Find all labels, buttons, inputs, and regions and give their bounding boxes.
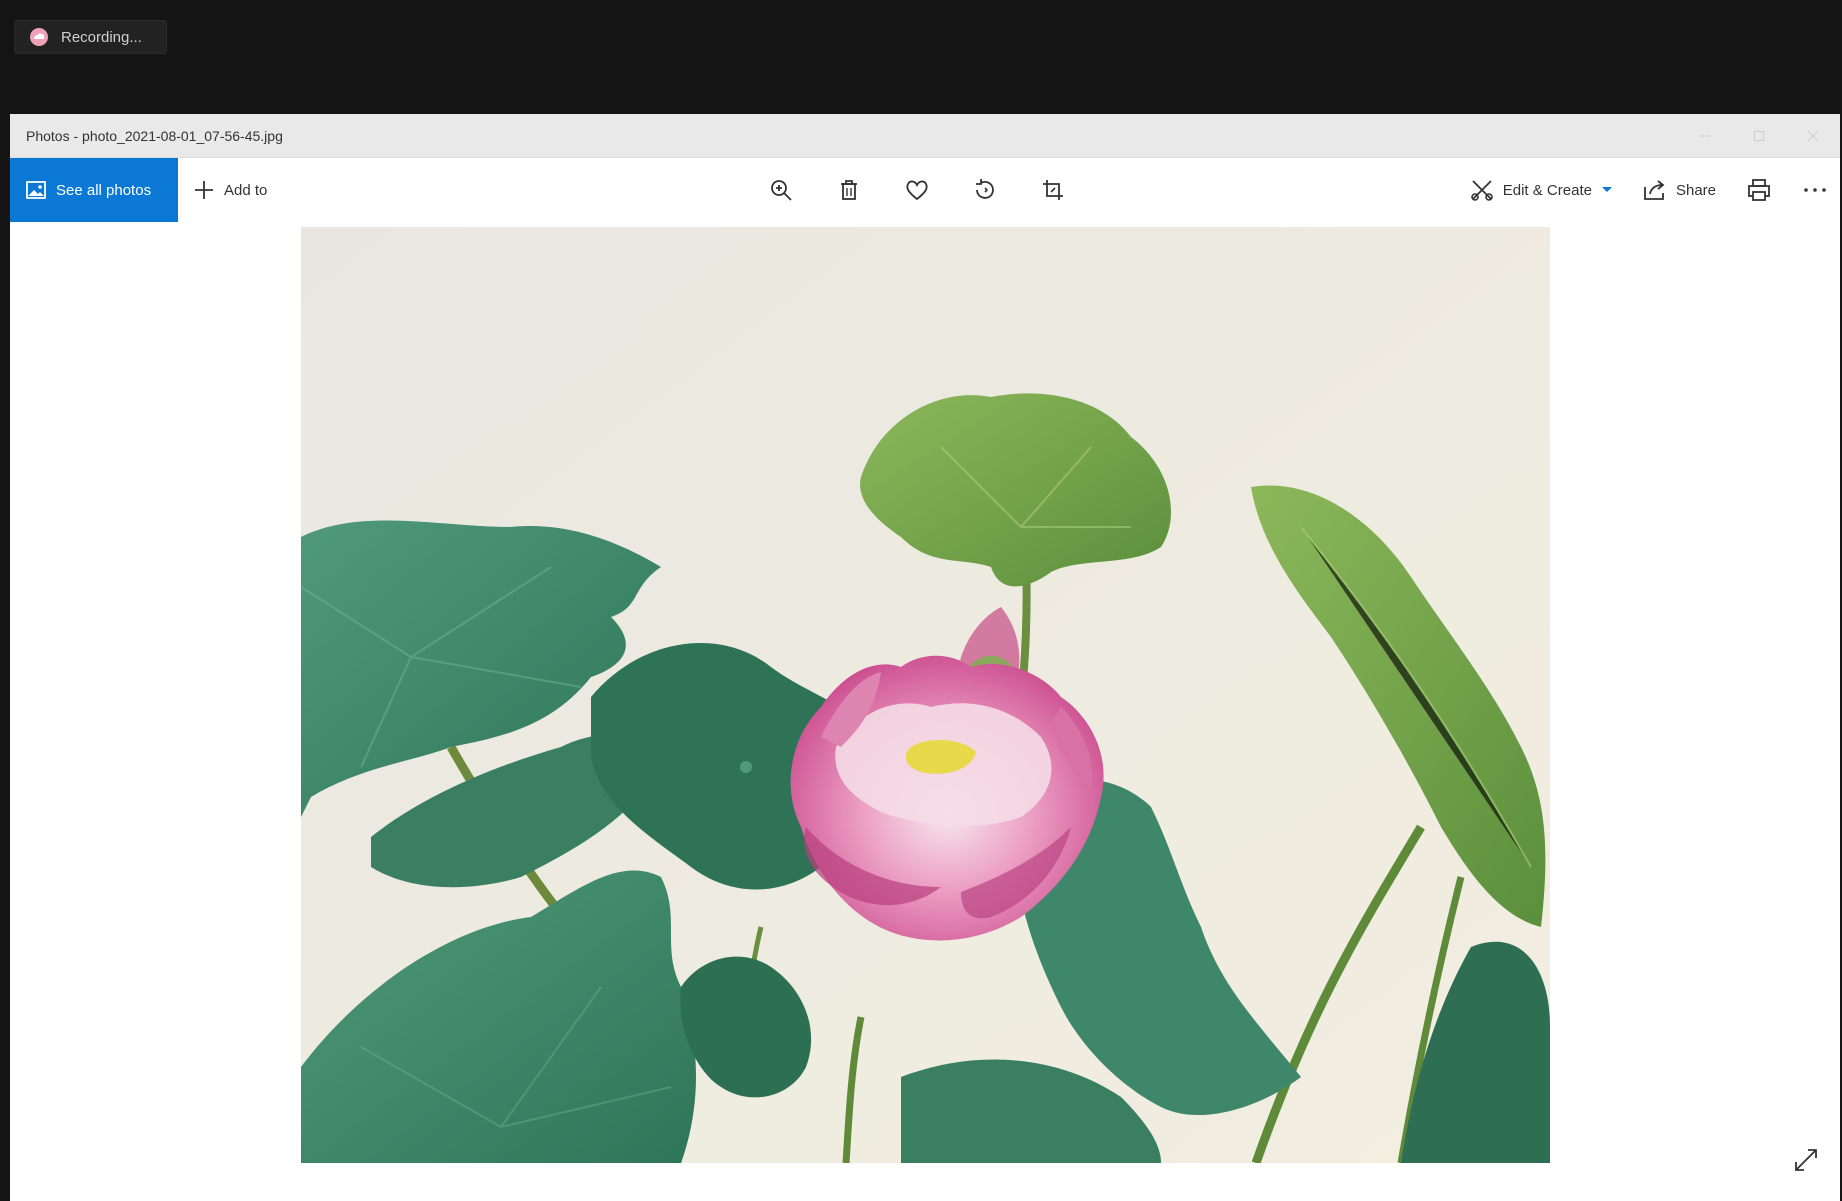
photo-viewer [10, 222, 1840, 1201]
edit-create-icon [1470, 178, 1494, 202]
delete-button[interactable] [833, 174, 865, 206]
share-label: Share [1675, 181, 1716, 199]
lotus-photo[interactable] [301, 227, 1550, 1163]
recording-cloud-icon [29, 27, 49, 47]
more-options-icon [1804, 188, 1826, 192]
crop-icon [1043, 180, 1063, 200]
title-bar: Photos - photo_2021-08-01_07-56-45.jpg [10, 114, 1840, 158]
favorite-button[interactable] [901, 174, 933, 206]
minimize-button[interactable] [1678, 114, 1732, 157]
share-button[interactable]: Share [1643, 179, 1716, 201]
share-icon [1643, 179, 1667, 201]
maximize-icon [1754, 130, 1764, 141]
photos-window: Photos - photo_2021-08-01_07-56-45.jpg S… [10, 114, 1840, 1201]
screen: Recording... Photos - photo_2021-08-01_0… [0, 0, 1842, 1201]
window-controls [1678, 114, 1840, 157]
recording-indicator: Recording... [14, 20, 167, 54]
maximize-button[interactable] [1732, 114, 1786, 157]
delete-icon [841, 180, 857, 200]
rotate-button[interactable] [969, 174, 1001, 206]
right-toolbar: Edit & Create Share [1470, 158, 1828, 222]
recording-label: Recording... [61, 28, 142, 46]
add-to-button[interactable]: Add to [193, 158, 267, 222]
zoom-button[interactable] [765, 174, 797, 206]
expand-diagonal-icon [1795, 1149, 1817, 1171]
print-icon [1748, 179, 1770, 201]
chevron-down-icon [1601, 186, 1613, 194]
toolbar: See all photos Add to Edit & Create Shar… [10, 158, 1840, 222]
close-icon [1807, 130, 1819, 141]
expand-button[interactable] [1789, 1143, 1823, 1177]
zoom-icon [771, 180, 792, 201]
edit-create-label: Edit & Create [1502, 181, 1592, 199]
window-title: Photos - photo_2021-08-01_07-56-45.jpg [26, 127, 283, 144]
see-all-photos-label: See all photos [56, 181, 152, 199]
plus-icon [193, 179, 215, 201]
center-toolbar [765, 158, 1069, 222]
rotate-icon [976, 179, 994, 199]
see-all-photos-button[interactable]: See all photos [10, 158, 178, 222]
crop-button[interactable] [1037, 174, 1069, 206]
minimize-icon [1700, 135, 1710, 136]
edit-create-button[interactable]: Edit & Create [1470, 178, 1613, 202]
favorite-heart-icon [906, 180, 928, 201]
print-button[interactable] [1746, 178, 1772, 202]
photos-gallery-icon [26, 181, 46, 199]
close-button[interactable] [1786, 114, 1840, 157]
add-to-label: Add to [224, 181, 268, 199]
more-options-button[interactable] [1802, 186, 1828, 194]
